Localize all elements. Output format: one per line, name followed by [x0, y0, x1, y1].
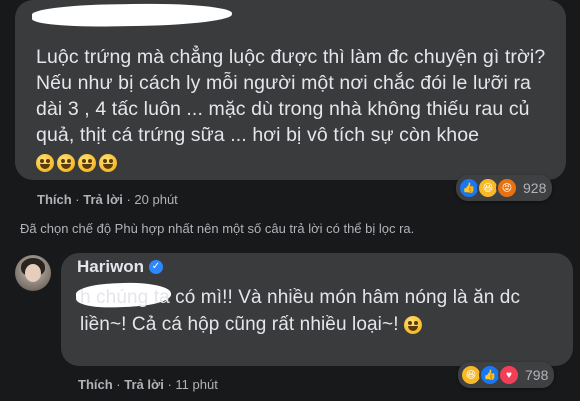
verified-badge-icon: ✓ [149, 260, 163, 274]
author-name[interactable]: Hariwon [77, 257, 144, 277]
reply-actions: Thích · Trả lời · 11 phút [78, 377, 218, 392]
timestamp[interactable]: 20 phút [134, 192, 177, 207]
comment-text: Luộc trứng mà chẳng luộc được thì làm đc… [36, 44, 556, 174]
grimacing-emoji-icon [403, 315, 422, 334]
reaction-summary[interactable]: 😆 👍 ♥ 798 [458, 362, 555, 388]
reaction-summary[interactable]: 👍 😆 😡 928 [456, 175, 553, 201]
filter-notice: Đã chọn chế độ Phù hợp nhất nên một số c… [20, 221, 415, 236]
reply-text: h chúng ta có mì!! Và nhiều món hâm nóng… [80, 284, 560, 338]
timestamp[interactable]: 11 phút [175, 377, 217, 392]
angry-reaction-icon: 😡 [496, 177, 518, 199]
love-reaction-icon: ♥ [498, 364, 520, 386]
laughing-emoji-icon [99, 153, 117, 172]
grimacing-emoji-icon [36, 153, 54, 172]
laughing-emoji-icon [78, 153, 96, 172]
like-link[interactable]: Thích [37, 192, 72, 207]
reaction-count: 928 [523, 180, 547, 196]
like-link[interactable]: Thích [78, 377, 113, 392]
reply-link[interactable]: Trả lời [83, 192, 123, 207]
comment-actions: Thích · Trả lời · 20 phút [37, 192, 178, 207]
laughing-emoji-icon [57, 153, 75, 172]
comment-text-content: Luộc trứng mà chẳng luộc được thì làm đc… [36, 46, 546, 146]
emoji-row [36, 153, 117, 172]
reply-text-content: h chúng ta có mì!! Và nhiều món hâm nóng… [80, 287, 521, 335]
reaction-count: 798 [525, 367, 549, 383]
avatar[interactable] [15, 255, 51, 291]
reply-link[interactable]: Trả lời [124, 377, 164, 392]
